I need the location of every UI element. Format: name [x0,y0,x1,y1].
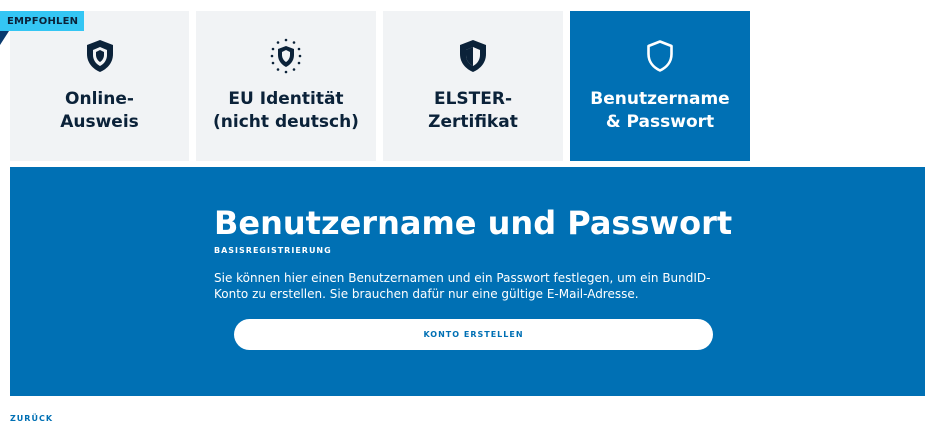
shield-outline-icon [642,36,678,76]
panel-title: Benutzername und Passwort [214,204,733,242]
eu-stars-shield-icon [268,36,304,76]
tab-eu-identitaet[interactable]: EU Identität (nicht deutsch) [196,11,376,161]
login-method-panel: Benutzername und Passwort BASISREGISTRIE… [10,167,925,396]
shield-filled-icon [82,36,118,76]
tab-elster-zertifikat[interactable]: ELSTER- Zertifikat [383,11,563,161]
login-method-tabs: Online- Ausweis EU Identität (nicht deut… [0,0,925,161]
tab-label-online-ausweis: Online- Ausweis [60,89,139,132]
tab-online-ausweis[interactable]: Online- Ausweis [10,11,189,161]
tab-label-elster-zertifikat: ELSTER- Zertifikat [428,89,518,132]
recommended-badge-tail [0,31,9,45]
tab-benutzername-passwort[interactable]: Benutzername & Passwort [570,11,750,161]
tab-label-eu-identitaet: EU Identität (nicht deutsch) [213,89,359,132]
shield-half-icon [455,36,491,76]
back-link[interactable]: ZURÜCK [10,414,53,423]
panel-description: Sie können hier einen Benutzernamen und … [214,271,711,301]
create-account-button[interactable]: KONTO ERSTELLEN [234,319,713,350]
page: Online- Ausweis EU Identität (nicht deut… [0,0,925,423]
tab-label-benutzername-passwort: Benutzername & Passwort [590,89,730,132]
panel-subtitle: BASISREGISTRIERUNG [214,246,332,255]
recommended-badge: EMPFOHLEN [0,11,85,31]
